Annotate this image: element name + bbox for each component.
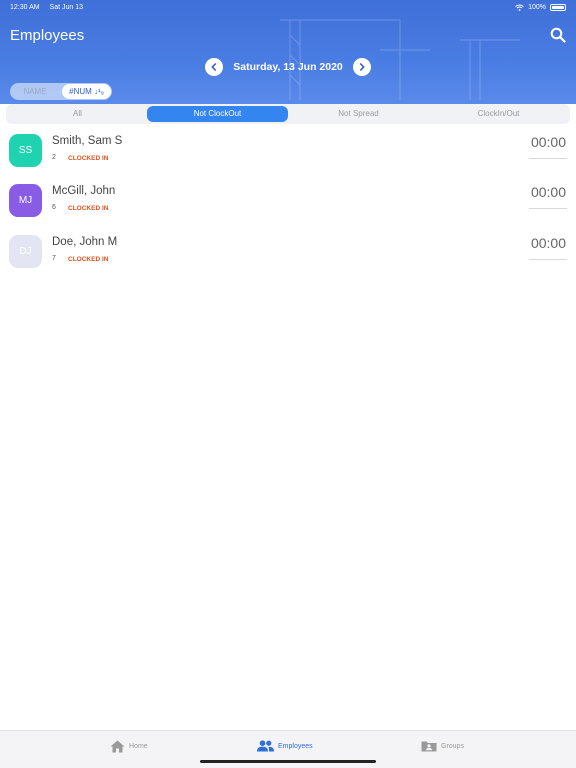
avatar: MJ [9, 184, 42, 217]
employee-row[interactable]: DJ Doe, John M 7 CLOCKED IN 00:00 [0, 235, 576, 285]
sort-by-number-button[interactable]: #NUM ↓¹₉ [62, 84, 111, 99]
employee-number: 2 [52, 154, 56, 161]
time-underline [529, 259, 567, 260]
filter-tab-not-clockout[interactable]: Not ClockOut [147, 106, 288, 122]
filter-tab-not-spread[interactable]: Not Spread [288, 106, 429, 122]
employee-name: Doe, John M [52, 236, 118, 248]
filter-tab-all[interactable]: All [8, 106, 147, 122]
wifi-icon [515, 4, 524, 11]
sort-by-number-label: #NUM [69, 87, 92, 96]
status-badge: CLOCKED IN [68, 155, 109, 162]
employee-row[interactable]: SS Smith, Sam S 2 CLOCKED IN 00:00 [0, 134, 576, 184]
tab-home[interactable]: Home [110, 738, 148, 754]
previous-day-button[interactable] [205, 58, 223, 76]
employee-name: McGill, John [52, 185, 116, 197]
time-underline [529, 158, 567, 159]
tab-groups[interactable]: Groups [421, 738, 464, 754]
sort-numeric-icon: ↓¹₉ [94, 87, 104, 96]
people-icon [257, 740, 274, 752]
time-underline [529, 208, 567, 209]
tab-employees-label: Employees [278, 742, 313, 750]
home-icon [110, 740, 125, 752]
status-badge: CLOCKED IN [68, 256, 109, 263]
battery-icon [550, 3, 566, 11]
folder-person-icon [421, 741, 437, 752]
current-date: Saturday, 13 Jun 2020 [233, 61, 343, 73]
employee-time: 00:00 [530, 184, 566, 200]
employee-name: Smith, Sam S [52, 135, 123, 147]
tab-groups-label: Groups [441, 742, 464, 750]
avatar: DJ [9, 235, 42, 268]
tab-employees[interactable]: Employees [257, 738, 313, 754]
chevron-right-icon [360, 63, 365, 71]
avatar: SS [9, 134, 42, 167]
filter-segmented-control: All Not ClockOut Not Spread ClockIn/Out [6, 104, 570, 124]
sort-toggle: NAME #NUM ↓¹₉ [10, 83, 112, 100]
sort-by-name-button[interactable]: NAME [10, 83, 60, 100]
next-day-button[interactable] [353, 58, 371, 76]
home-indicator [200, 760, 376, 763]
employee-number: 7 [52, 255, 56, 262]
filter-tab-clockin-out[interactable]: ClockIn/Out [429, 106, 568, 122]
status-time: 12:30 AM [10, 3, 40, 11]
status-date: Sat Jun 13 [49, 3, 83, 11]
search-icon[interactable] [550, 27, 566, 43]
header: 12:30 AM Sat Jun 13 100% Employees Satur… [0, 0, 576, 104]
employee-time: 00:00 [530, 235, 566, 251]
battery-percent: 100% [528, 3, 546, 11]
date-navigator: Saturday, 13 Jun 2020 [0, 58, 576, 76]
employee-number: 6 [52, 204, 56, 211]
tab-home-label: Home [129, 742, 148, 750]
chevron-left-icon [211, 63, 216, 71]
page-title: Employees [10, 27, 85, 44]
status-bar: 12:30 AM Sat Jun 13 100% [10, 2, 566, 12]
status-badge: CLOCKED IN [68, 205, 109, 212]
employee-time: 00:00 [530, 134, 566, 150]
employee-row[interactable]: MJ McGill, John 6 CLOCKED IN 00:00 [0, 184, 576, 234]
